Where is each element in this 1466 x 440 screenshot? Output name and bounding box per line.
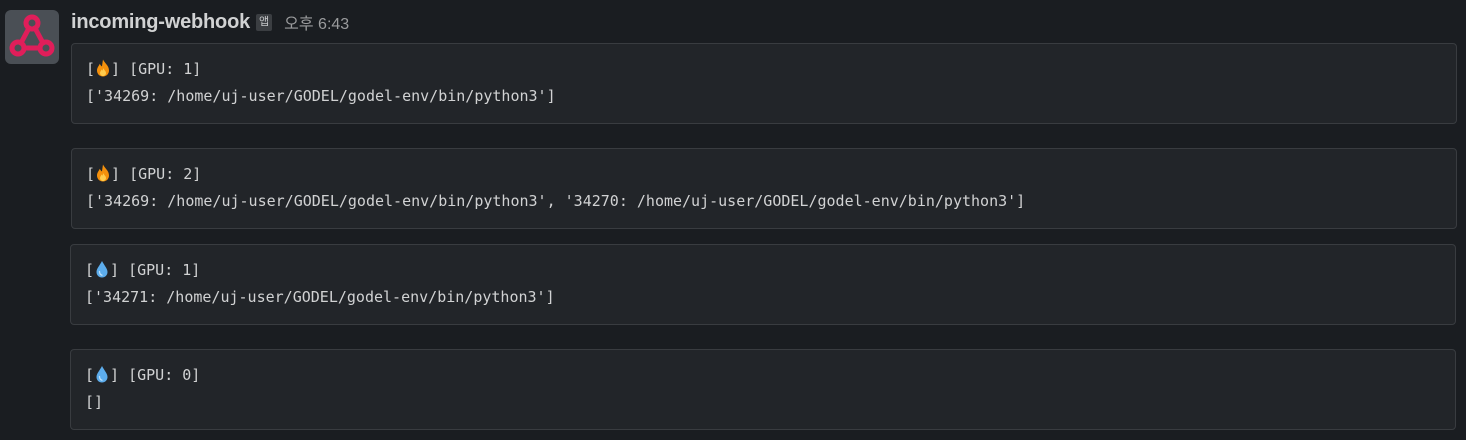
process-list: ['34269: /home/uj-user/GODEL/godel-env/b… <box>86 192 1026 210</box>
status-line: [] [GPU: 1] <box>86 56 1442 83</box>
status-bracket-close: ] <box>110 261 120 279</box>
process-list: [] <box>85 393 104 411</box>
app-badge: 앱 <box>256 13 273 31</box>
sender-name[interactable]: incoming-webhook <box>71 11 250 34</box>
status-bracket-open: [ <box>86 165 96 183</box>
status-bracket-open: [ <box>85 261 95 279</box>
fire-emoji-icon <box>95 59 111 77</box>
gpu-status: [GPU: 2] <box>120 165 202 183</box>
status-bracket-open: [ <box>85 366 95 384</box>
status-bracket-open: [ <box>86 60 96 78</box>
droplet-emoji-icon <box>94 260 110 278</box>
webhook-logo-icon <box>9 14 55 57</box>
status-line: [] [GPU: 1] <box>85 257 1441 284</box>
gpu-status: [GPU: 0] <box>119 366 201 384</box>
status-line: [] [GPU: 2] <box>86 161 1442 188</box>
attachment-card: [] [GPU: 2] ['34269: /home/uj-user/GODEL… <box>71 148 1457 229</box>
process-list: ['34271: /home/uj-user/GODEL/godel-env/b… <box>85 288 555 306</box>
webhook-message: incoming-webhook 앱 오후 6:43 [] [GPU: 1] [… <box>0 0 1466 440</box>
process-list: ['34269: /home/uj-user/GODEL/godel-env/b… <box>86 87 556 105</box>
status-line: [] [GPU: 0] <box>85 362 1441 389</box>
webhook-avatar[interactable] <box>5 10 59 64</box>
status-bracket-close: ] <box>111 60 121 78</box>
gpu-status: [GPU: 1] <box>119 261 201 279</box>
attachment-card: [] [GPU: 1] ['34269: /home/uj-user/GODEL… <box>71 43 1457 124</box>
droplet-emoji-icon <box>94 365 110 383</box>
attachment-card: [] [GPU: 1] ['34271: /home/uj-user/GODEL… <box>70 244 1456 325</box>
message-header: incoming-webhook 앱 오후 6:43 <box>71 8 349 36</box>
message-timestamp[interactable]: 오후 6:43 <box>284 10 349 34</box>
attachment-card: [] [GPU: 0] [] <box>70 349 1456 430</box>
gpu-status: [GPU: 1] <box>120 60 202 78</box>
status-bracket-close: ] <box>111 165 121 183</box>
status-bracket-close: ] <box>110 366 120 384</box>
fire-emoji-icon <box>95 164 111 182</box>
